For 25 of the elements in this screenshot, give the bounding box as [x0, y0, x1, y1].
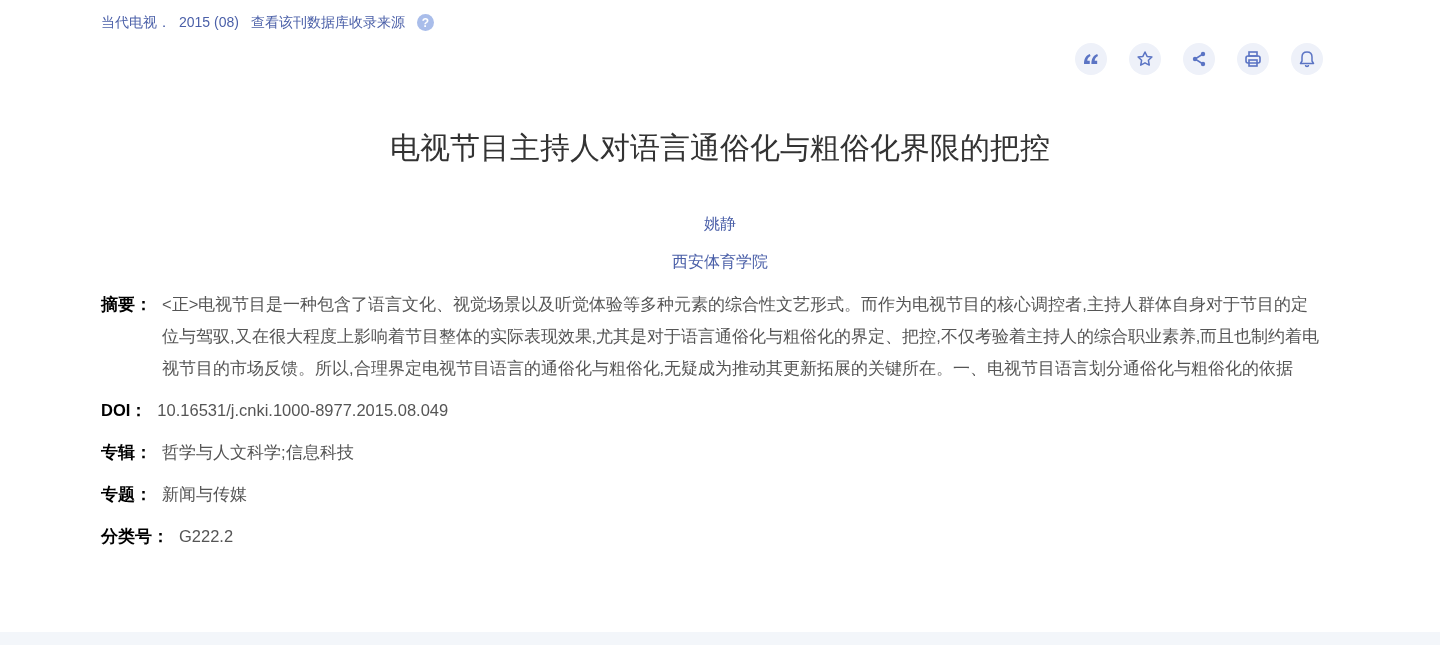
affiliation-link[interactable]: 西安体育学院 — [672, 250, 768, 274]
print-icon — [1243, 49, 1263, 69]
print-button[interactable] — [1237, 43, 1269, 75]
field-label: 专题： — [101, 484, 153, 505]
field-value: <正>电视节目是一种包含了语言文化、视觉场景以及听觉体验等多种元素的综合性文艺形式。而作为电视节目的核心调控者,主持人群体自身对于节目的定位与驾驭,又在很大程度上影响着节目整体的实际表现效果,尤其是对于语言通俗化与粗俗化的界定、把控,不仅考验着主持人的综合职业素养,而且也制约着电视节目的市场反馈。所以,合理界定电视节目语言的通俗化与粗俗化,无疑成为推动其更新拓展的关键所在。一、电视节目语言划分通俗化与粗俗化的依据 — [162, 294, 1321, 379]
field-label: 专辑： — [101, 442, 153, 463]
issue-link[interactable]: 2015 (08) — [179, 12, 239, 33]
field-label: 摘要： — [101, 294, 153, 315]
bell-button[interactable] — [1291, 43, 1323, 75]
field-value: 10.16531/j.cnki.1000-8977.2015.08.049 — [157, 400, 449, 421]
bell-icon — [1297, 49, 1317, 69]
share-button[interactable] — [1183, 43, 1215, 75]
quote-icon — [1084, 53, 1098, 65]
field-value: 哲学与人文科学;信息科技 — [162, 442, 354, 463]
field-value: 新闻与传媒 — [162, 484, 247, 505]
quote-button[interactable] — [1075, 43, 1107, 75]
article-title: 电视节目主持人对语言通俗化与粗俗化界限的把控 — [389, 130, 1051, 166]
star-icon — [1135, 49, 1155, 69]
field-value: G222.2 — [179, 526, 234, 547]
source-link[interactable]: 查看该刊数据库收录来源 — [250, 12, 405, 33]
field-label: 分类号： — [101, 526, 170, 547]
field-label: DOI： — [101, 400, 149, 421]
author-link[interactable]: 姚静 — [704, 212, 736, 236]
star-button[interactable] — [1129, 43, 1161, 75]
journal-link[interactable]: 当代电视． — [101, 12, 171, 33]
